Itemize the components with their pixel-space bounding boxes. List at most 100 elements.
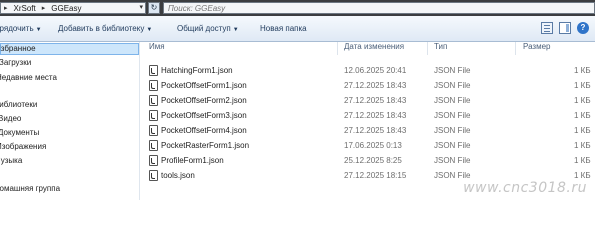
column-divider[interactable]	[427, 42, 428, 55]
breadcrumb-separator-icon[interactable]: ▸	[39, 4, 49, 12]
file-date: 17.06.2025 0:13	[344, 141, 402, 150]
file-list: Имя Дата изменения Тип Размер HatchingFo…	[141, 42, 595, 200]
sidebar-item-documents[interactable]: Документы	[0, 128, 39, 140]
column-header-type[interactable]: Тип	[434, 42, 447, 55]
add-to-library-button[interactable]: Добавить в библиотеку ▼	[58, 24, 152, 33]
json-file-icon	[149, 80, 158, 91]
breadcrumb-item-xrsoft[interactable]: XrSoft	[11, 4, 39, 13]
file-size: 1 КБ	[574, 81, 591, 90]
json-file-icon	[149, 170, 158, 181]
file-type: JSON File	[434, 111, 471, 120]
file-size: 1 КБ	[574, 96, 591, 105]
sidebar-item-images[interactable]: Изображения	[0, 142, 46, 154]
file-date: 25.12.2025 8:25	[344, 156, 402, 165]
refresh-icon[interactable]: ↻	[148, 2, 160, 14]
sidebar-item-recent-places[interactable]: Недавние места	[0, 73, 57, 85]
column-header-size[interactable]: Размер	[523, 42, 551, 55]
watermark: www.cnc3018.ru	[463, 180, 587, 196]
file-type: JSON File	[434, 126, 471, 135]
file-name[interactable]: PocketOffsetForm4.json	[161, 126, 247, 135]
column-header-name[interactable]: Имя	[149, 42, 165, 55]
file-name[interactable]: tools.json	[161, 171, 195, 180]
file-type: JSON File	[434, 96, 471, 105]
json-file-icon	[149, 65, 158, 76]
file-size: 1 КБ	[574, 171, 591, 180]
share-label: Общий доступ	[177, 24, 231, 33]
sidebar-item-favorites[interactable]: Избранное	[0, 43, 139, 55]
sidebar-item-label: Избранное	[0, 44, 36, 53]
column-header-date[interactable]: Дата изменения	[344, 42, 404, 55]
share-button[interactable]: Общий доступ ▼	[177, 24, 239, 33]
search-field[interactable]	[163, 2, 595, 14]
file-size: 1 КБ	[574, 111, 591, 120]
file-size: 1 КБ	[574, 156, 591, 165]
address-bar-row: ▸ XrSoft ▸ GGEasy ▾ ↻	[0, 0, 595, 16]
sidebar-item-label: Домашняя группа	[0, 184, 61, 193]
table-row[interactable]: PocketOffsetForm2.json 27.12.2025 18:43 JS…	[141, 93, 595, 108]
file-date: 27.12.2025 18:43	[344, 81, 407, 90]
sidebar-item-downloads[interactable]: Загрузки	[0, 58, 31, 70]
json-file-icon	[149, 125, 158, 136]
file-type: JSON File	[434, 81, 471, 90]
file-name[interactable]: ProfileForm1.json	[161, 156, 224, 165]
table-row[interactable]: PocketOffsetForm3.json 27.12.2025 18:43 JS…	[141, 108, 595, 123]
sidebar-item-label: Документы	[0, 128, 40, 137]
json-file-icon	[149, 95, 158, 106]
command-bar: Упорядочить▼ Добавить в библиотеку▼ Общи…	[0, 16, 595, 42]
column-divider[interactable]	[515, 42, 516, 55]
file-type: JSON File	[434, 171, 471, 180]
file-date: 27.12.2025 18:43	[344, 96, 407, 105]
organize-label: Упорядочить	[0, 24, 34, 33]
chevron-down-icon: ▼	[35, 27, 42, 33]
file-date: 27.12.2025 18:15	[344, 171, 407, 180]
add-to-library-label: Добавить в библиотеку	[58, 24, 145, 33]
sidebar-item-label: Изображения	[0, 142, 47, 151]
sidebar-item-label: Видео	[0, 114, 22, 123]
json-file-icon	[149, 140, 158, 151]
file-size: 1 КБ	[574, 141, 591, 150]
sidebar-item-label: Музыка	[0, 156, 23, 165]
file-type: JSON File	[434, 156, 471, 165]
chevron-down-icon: ▼	[146, 27, 153, 33]
file-size: 1 КБ	[574, 126, 591, 135]
file-date: 12.06.2025 20:41	[344, 66, 407, 75]
file-name[interactable]: PocketRasterForm1.json	[161, 141, 249, 150]
file-size: 1 КБ	[574, 66, 591, 75]
sidebar-item-label: Библиотеки	[0, 100, 38, 109]
sidebar-item-libraries[interactable]: Библиотеки	[0, 100, 37, 112]
address-dropdown-icon[interactable]: ▾	[139, 3, 143, 11]
sidebar-item-music[interactable]: Музыка	[0, 156, 22, 168]
file-date: 27.12.2025 18:43	[344, 111, 407, 120]
json-file-icon	[149, 110, 158, 121]
file-type: JSON File	[434, 66, 471, 75]
search-input[interactable]	[164, 3, 594, 13]
organize-button[interactable]: Упорядочить▼	[0, 24, 42, 33]
address-field[interactable]: ▸ XrSoft ▸ GGEasy ▾	[0, 2, 146, 14]
help-icon[interactable]: ?	[577, 22, 589, 34]
navigation-pane: Избранное Загрузки Недавние места Библио…	[0, 42, 140, 200]
column-divider[interactable]	[337, 42, 338, 55]
file-date: 27.12.2025 18:43	[344, 126, 407, 135]
chevron-down-icon: ▼	[232, 27, 239, 33]
table-row[interactable]: PocketOffsetForm1.json 27.12.2025 18:43 JS…	[141, 78, 595, 93]
new-folder-button[interactable]: Новая папка	[260, 24, 307, 33]
file-name[interactable]: PocketOffsetForm3.json	[161, 111, 247, 120]
file-type: JSON File	[434, 141, 471, 150]
view-options-icon[interactable]	[541, 22, 553, 34]
file-name[interactable]: PocketOffsetForm2.json	[161, 96, 247, 105]
view-controls: ?	[541, 22, 589, 34]
sidebar-item-video[interactable]: Видео	[0, 114, 21, 126]
sidebar-item-label: Загрузки	[0, 58, 32, 67]
sidebar-item-homegroup[interactable]: Домашняя группа	[0, 184, 60, 196]
file-name[interactable]: PocketOffsetForm1.json	[161, 81, 247, 90]
sidebar-item-label: Недавние места	[0, 73, 57, 82]
json-file-icon	[149, 155, 158, 166]
table-row[interactable]: PocketRasterForm1.json 17.06.2025 0:13 JSO…	[141, 138, 595, 153]
preview-pane-icon[interactable]	[559, 22, 571, 34]
breadcrumb-separator-icon[interactable]: ▸	[1, 4, 11, 12]
breadcrumb-item-ggeasy[interactable]: GGEasy	[48, 4, 84, 13]
table-row[interactable]: HatchingForm1.json 12.06.2025 20:41 JSON F…	[141, 63, 595, 78]
table-row[interactable]: ProfileForm1.json 25.12.2025 8:25 JSON Fil…	[141, 153, 595, 168]
table-row[interactable]: PocketOffsetForm4.json 27.12.2025 18:43 JS…	[141, 123, 595, 138]
file-name[interactable]: HatchingForm1.json	[161, 66, 233, 75]
